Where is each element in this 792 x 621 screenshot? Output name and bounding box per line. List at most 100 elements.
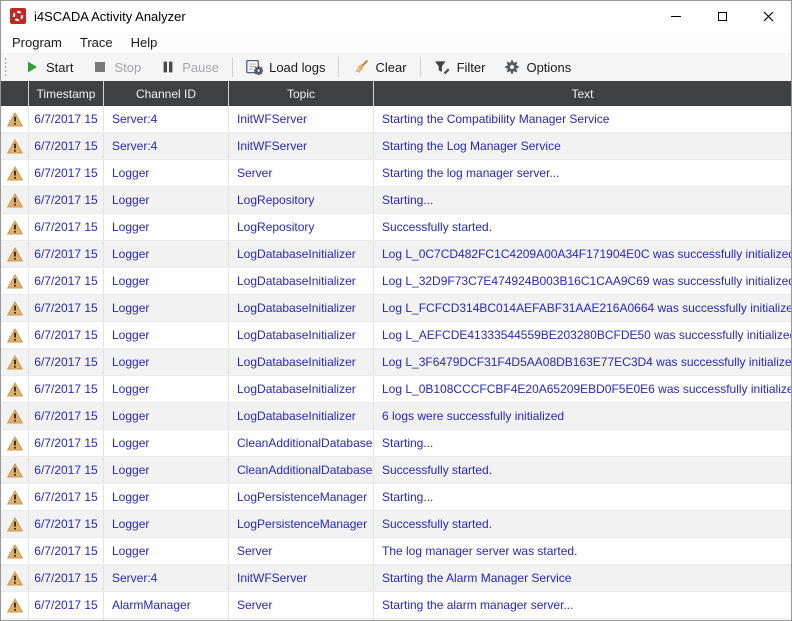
table-row[interactable]: 6/7/2017 15 Logger LogDatabaseInitializer L… [1, 268, 791, 295]
cell-channel-id: Logger [104, 538, 229, 564]
column-header-timestamp[interactable]: Timestamp [29, 81, 104, 106]
table-row[interactable]: 6/7/2017 15 AlarmManager Server Starting th… [1, 592, 791, 619]
window-title: i4SCADA Activity Analyzer [34, 8, 186, 24]
close-button[interactable] [745, 1, 791, 31]
table-row[interactable]: 6/7/2017 15 Logger LogDatabaseInitializer L… [1, 376, 791, 403]
cell-text: Successfully started. [382, 463, 493, 477]
table-row[interactable]: 6/7/2017 15 Logger CleanAdditionalDatabase… [1, 457, 791, 484]
table-row[interactable]: 6/7/2017 15 Server:4 InitWFServer Starting … [1, 106, 791, 133]
cell-text: 6 logs were successfully initialized [382, 409, 565, 423]
warning-icon [6, 219, 23, 235]
column-header-icon[interactable] [1, 81, 29, 106]
menu-help[interactable]: Help [122, 33, 167, 52]
broom-icon [352, 59, 369, 75]
cell-timestamp: 6/7/2017 15 [29, 511, 104, 537]
warning-icon [6, 462, 23, 478]
app-window: i4SCADA Activity Analyzer Program Trace … [0, 0, 792, 621]
cell-topic: LogPersistenceManager [229, 484, 374, 510]
table-row[interactable]: 6/7/2017 15 Logger LogRepository Successful… [1, 214, 791, 241]
load-logs-button[interactable]: Load logs [237, 55, 334, 79]
load-logs-icon [246, 59, 264, 75]
cell-text: Starting the alarm manager server... [382, 598, 574, 612]
table-row[interactable]: 6/7/2017 15 Server:4 InitWFServer Starting … [1, 133, 791, 160]
cell-text: Log L_0C7CD482FC1C4209A00A34F171904E0C w… [382, 247, 791, 261]
clear-button[interactable]: Clear [343, 55, 415, 79]
cell-severity [1, 349, 29, 375]
table-row[interactable]: 6/7/2017 15 Logger Server Starting the log … [1, 160, 791, 187]
table-row[interactable]: 6/7/2017 15 Logger LogPersistenceManager St… [1, 484, 791, 511]
cell-timestamp: 6/7/2017 15 [29, 538, 104, 564]
table-row[interactable]: 6/7/2017 15 Logger LogRepository Starting..… [1, 187, 791, 214]
cell-text: Successfully started. [382, 517, 493, 531]
warning-icon [6, 246, 23, 262]
table-row[interactable]: 6/7/2017 15 Logger LogDatabaseInitializer L… [1, 295, 791, 322]
minimize-icon [671, 15, 681, 17]
table-row[interactable]: 6/7/2017 15 Logger LogDatabaseInitializer L… [1, 241, 791, 268]
table-row[interactable]: 6/7/2017 15 Logger CleanAdditionalDatabase… [1, 430, 791, 457]
cell-channel-id: Server:4 [104, 133, 229, 159]
log-table: 6/7/2017 15 Server:4 InitWFServer Starting … [1, 106, 791, 620]
cell-text: Starting the Compatibility Manager Servi… [382, 112, 610, 126]
options-button[interactable]: Options [494, 55, 580, 79]
cell-topic: InitWFServer [229, 133, 374, 159]
cell-text: The log manager server was started. [382, 544, 578, 558]
cell-timestamp: 6/7/2017 15 [29, 133, 104, 159]
cell-timestamp: 6/7/2017 15 [29, 160, 104, 186]
column-header-text[interactable]: Text [374, 81, 791, 106]
cell-text: Log L_AEFCDE41333544559BE203280BCFDE50 w… [382, 328, 791, 342]
toolbar-separator [338, 57, 340, 77]
cell-channel-id: Logger [104, 241, 229, 267]
table-row[interactable]: 6/7/2017 15 Logger Server The log manager s… [1, 538, 791, 565]
pause-icon [159, 59, 176, 75]
table-row[interactable]: 6/7/2017 15 Logger LogDatabaseInitializer L… [1, 322, 791, 349]
minimize-button[interactable] [653, 1, 699, 31]
gear-icon [503, 59, 520, 75]
cell-severity [1, 538, 29, 564]
cell-channel-id: Logger [104, 214, 229, 240]
filter-icon [434, 59, 451, 75]
menu-program[interactable]: Program [3, 33, 71, 52]
start-button[interactable]: Start [14, 55, 82, 79]
cell-timestamp: 6/7/2017 15 [29, 376, 104, 402]
cell-topic: LogDatabaseInitializer [229, 376, 374, 402]
maximize-button[interactable] [699, 1, 745, 31]
cell-timestamp: 6/7/2017 15 [29, 241, 104, 267]
cell-severity [1, 376, 29, 402]
cell-topic: LogDatabaseInitializer [229, 295, 374, 321]
warning-icon [6, 165, 23, 181]
cell-topic: InitWFServer [229, 565, 374, 591]
warning-icon [6, 408, 23, 424]
cell-timestamp: 6/7/2017 15 [29, 106, 104, 132]
cell-topic: Server [229, 538, 374, 564]
warning-icon [6, 138, 23, 154]
cell-text: Log L_3F6479DCF31F4D5AA08DB163E77EC3D4 w… [382, 355, 791, 369]
cell-timestamp: 6/7/2017 15 [29, 565, 104, 591]
toolbar-button-label: Pause [182, 59, 220, 75]
filter-button[interactable]: Filter [425, 55, 495, 79]
table-row[interactable]: 6/7/2017 15 Logger LogPersistenceManager Su… [1, 511, 791, 538]
cell-timestamp: 6/7/2017 15 [29, 592, 104, 618]
toolbar-button-label: Clear [375, 59, 407, 75]
cell-timestamp: 6/7/2017 15 [29, 268, 104, 294]
menu-trace[interactable]: Trace [71, 33, 122, 52]
toolbar-grip-icon[interactable] [4, 57, 7, 77]
toolbar-button-label: Filter [456, 59, 486, 75]
column-header-channel-id[interactable]: Channel ID [104, 81, 229, 106]
table-row[interactable]: 6/7/2017 15 Server:4 InitWFServer Starting … [1, 565, 791, 592]
table-row[interactable]: 6/7/2017 15 Logger LogDatabaseInitializer 6… [1, 403, 791, 430]
cell-channel-id: Logger [104, 484, 229, 510]
empty-cell [1, 619, 29, 620]
cell-text: Starting the log manager server... [382, 166, 560, 180]
cell-channel-id: Logger [104, 376, 229, 402]
cell-timestamp: 6/7/2017 15 [29, 214, 104, 240]
cell-severity [1, 322, 29, 348]
warning-icon [6, 570, 23, 586]
warning-icon [6, 111, 23, 127]
cell-severity [1, 403, 29, 429]
warning-icon [6, 300, 23, 316]
table-row[interactable]: 6/7/2017 15 Logger LogDatabaseInitializer L… [1, 349, 791, 376]
cell-text: Starting the Alarm Manager Service [382, 571, 572, 585]
column-header-topic[interactable]: Topic [229, 81, 374, 106]
cell-channel-id: Server:4 [104, 565, 229, 591]
close-icon [763, 11, 774, 22]
